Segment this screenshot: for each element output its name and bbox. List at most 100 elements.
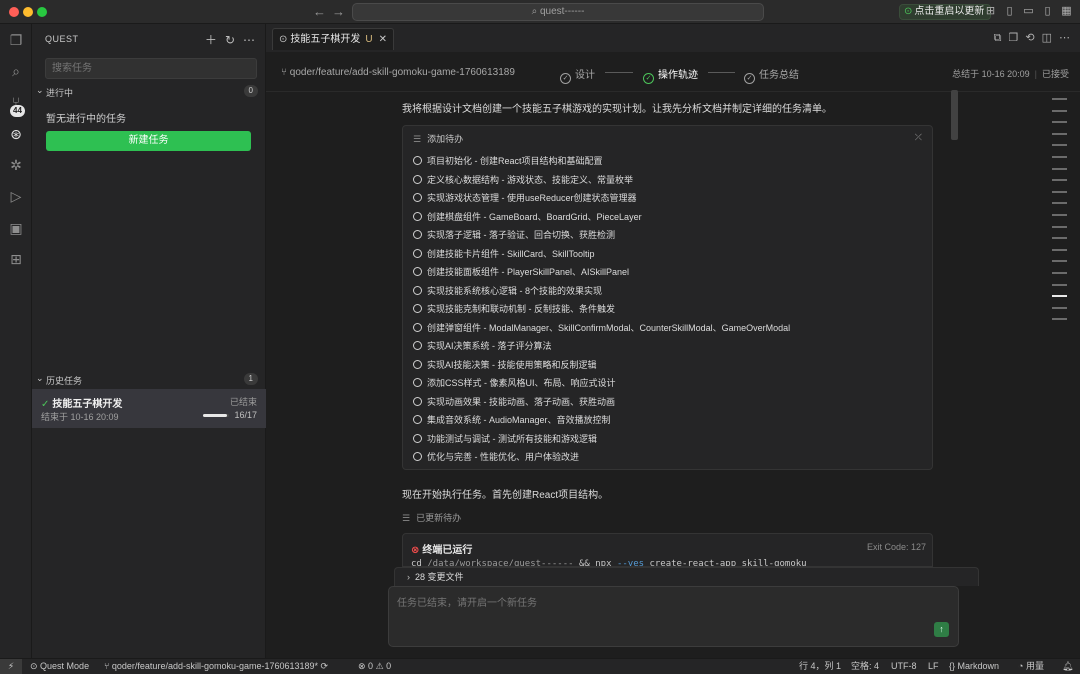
todo-item[interactable]: 项目初始化 - 创建React项目结构和基础配置 (413, 152, 790, 171)
tab-quest-task[interactable]: ⊙ 技能五子棋开发 U ✕ (272, 28, 395, 50)
step-design[interactable]: ✓ 设计 (560, 66, 595, 84)
sync-icon[interactable]: ⟳ (318, 661, 329, 671)
remote-explorer-icon[interactable]: ▣ (6, 218, 26, 238)
scrollbar-thumb[interactable] (951, 90, 958, 140)
list-icon: ☰ (402, 513, 411, 523)
step-trajectory[interactable]: ✓ 操作轨迹 (643, 66, 698, 84)
empty-circle-icon[interactable] (413, 285, 422, 295)
quest-icon[interactable]: ⊛ (6, 124, 26, 144)
empty-circle-icon[interactable] (413, 267, 422, 276)
status-branch[interactable]: ⑂ qoder/feature/add-skill-gomoku-game-17… (104, 659, 328, 674)
send-icon[interactable]: ↑ (934, 622, 949, 637)
empty-circle-icon[interactable] (413, 248, 422, 258)
toggle-secondary-sidebar-icon[interactable]: ▯ (1041, 5, 1054, 18)
in-progress-section-header[interactable]: ⌄ 进行中 0 (32, 84, 266, 100)
history-icon[interactable]: ⟲ (1025, 32, 1034, 44)
todo-item[interactable]: 实现落子逻辑 - 落子验证、回合切换、获胜检测 (413, 226, 790, 245)
status-bar: ⚡ ⊙ Quest Mode ⑂ qoder/feature/add-skill… (0, 658, 1080, 674)
explorer-icon[interactable]: ❐ (6, 30, 26, 50)
terminal-card[interactable]: ⊗ 终端已运行 Exit Code: 127 cd /data/workspace… (402, 533, 933, 567)
language-mode[interactable]: {} Markdown (949, 659, 999, 674)
more-icon[interactable]: ⋯ (243, 33, 255, 47)
customize-layout-icon[interactable]: ⊞ (984, 5, 997, 18)
history-task-item[interactable]: ✓ 技能五子棋开发 已结束 结束于 10-16 20:09 16/17 (32, 389, 266, 428)
empty-circle-icon[interactable] (413, 452, 422, 461)
toggle-panel-icon[interactable]: ▭ (1022, 5, 1035, 18)
back-arrow-icon[interactable]: ← (313, 4, 326, 19)
forward-arrow-icon[interactable]: → (332, 4, 345, 19)
chat-input-box[interactable]: ↑ (388, 586, 959, 647)
new-task-button[interactable]: 新建任务 (46, 131, 251, 151)
editor-tab-bar: ⊙ 技能五子棋开发 U ✕ ⧉ ❐ ⟲ ◫ ⋯ (266, 24, 1080, 52)
encoding[interactable]: UTF-8 (891, 659, 917, 674)
todo-item[interactable]: 实现AI决策系统 - 落子评分算法 (413, 337, 790, 356)
branch-label[interactable]: ⑂ qoder/feature/add-skill-gomoku-game-17… (281, 67, 515, 78)
copy-icon[interactable]: ❐ (1009, 32, 1019, 44)
layout-grid-icon[interactable]: ▦ (1060, 5, 1073, 18)
empty-circle-icon[interactable] (413, 193, 422, 202)
end-of-line[interactable]: LF (928, 659, 939, 674)
branch-icon: ⑂ (104, 661, 112, 671)
empty-circle-icon[interactable] (413, 359, 422, 369)
empty-circle-icon[interactable] (413, 156, 422, 165)
problems-item[interactable]: ⊗ 0 ⚠ 0 (358, 659, 391, 674)
todo-item[interactable]: 实现技能系统核心逻辑 - 8个技能的效果实现 (413, 282, 790, 301)
indentation[interactable]: 空格: 4 (851, 659, 879, 674)
empty-circle-icon[interactable] (413, 396, 422, 406)
search-icon[interactable]: ⌕ (6, 61, 26, 81)
notifications-icon[interactable]: 🔔︎ (1062, 659, 1073, 674)
todo-item[interactable]: 定义核心数据结构 - 游戏状态、技能定义、常量枚举 (413, 171, 790, 190)
empty-circle-icon[interactable] (413, 230, 422, 239)
zoom-window-button[interactable] (37, 7, 47, 17)
close-tab-icon[interactable]: ✕ (379, 34, 387, 45)
empty-circle-icon[interactable] (413, 433, 422, 443)
split-editor-icon[interactable]: ◫ (1042, 32, 1052, 44)
todo-item[interactable]: 实现AI技能决策 - 技能使用策略和反制逻辑 (413, 356, 790, 375)
todo-item[interactable]: 优化与完善 - 性能优化、用户体验改进 (413, 448, 790, 467)
overview-ruler-mark (1052, 190, 1067, 193)
cmd-path: /data/workspace/quest------ (427, 559, 574, 567)
close-window-button[interactable] (9, 7, 19, 17)
todo-item[interactable]: 集成音效系统 - AudioManager、音效播放控制 (413, 411, 790, 430)
empty-circle-icon[interactable] (413, 378, 422, 387)
open-preview-icon[interactable]: ⧉ (994, 32, 1002, 44)
history-label: 历史任务 (46, 376, 83, 386)
changed-files-toggle[interactable]: › 28 变更文件 (394, 567, 979, 586)
task-search-input[interactable] (45, 58, 257, 79)
restart-to-update-button[interactable]: ⊙ 点击重启以更新 (899, 4, 992, 20)
more-actions-icon[interactable]: ⋯ (1059, 32, 1070, 44)
todo-item[interactable]: 实现游戏状态管理 - 使用useReducer创建状态管理器 (413, 189, 790, 208)
todo-list: 项目初始化 - 创建React项目结构和基础配置 定义核心数据结构 - 游戏状态、… (413, 152, 790, 467)
collapse-icon[interactable]: ⤫ (915, 132, 922, 143)
command-center-search[interactable]: ⌕ quest------ (352, 3, 764, 21)
chat-input[interactable] (397, 595, 837, 611)
todo-item[interactable]: 实现动画效果 - 技能动画、落子动画、获胜动画 (413, 393, 790, 412)
minimize-window-button[interactable] (23, 7, 33, 17)
empty-circle-icon[interactable] (413, 174, 422, 184)
empty-circle-icon[interactable] (413, 304, 422, 313)
extensions-icon[interactable]: ⊞ (6, 249, 26, 269)
cursor-position[interactable]: 行 4，列 1 (799, 659, 841, 674)
todo-item[interactable]: 创建棋盘组件 - GameBoard、BoardGrid、PieceLayer (413, 208, 790, 227)
toggle-sidebar-icon[interactable]: ▯ (1003, 5, 1016, 18)
updated-todo-note[interactable]: ☰ 已更新待办 (402, 511, 461, 524)
todo-item[interactable]: 添加CSS样式 - 像素风格UI、布局、响应式设计 (413, 374, 790, 393)
remote-icon[interactable]: ⚡ (0, 659, 22, 674)
usage-item[interactable]: ◔ 用量 (1018, 659, 1044, 674)
todo-item[interactable]: 实现技能克制和联动机制 - 反制技能、条件触发 (413, 300, 790, 319)
history-section-header[interactable]: ⌄ 历史任务 1 (32, 372, 266, 388)
todo-item[interactable]: 创建弹窗组件 - ModalManager、SkillConfirmModal、… (413, 319, 790, 338)
extensions-cluster-icon[interactable]: ✲ (6, 155, 26, 175)
quest-mode-item[interactable]: ⊙ Quest Mode (30, 659, 89, 674)
empty-circle-icon[interactable] (413, 341, 422, 350)
refresh-icon[interactable]: ↻ (225, 33, 235, 47)
todo-item[interactable]: 创建技能卡片组件 - SkillCard、SkillTooltip (413, 245, 790, 264)
todo-item[interactable]: 功能测试与调试 - 测试所有技能和游戏逻辑 (413, 430, 790, 449)
empty-circle-icon[interactable] (413, 211, 422, 221)
add-icon[interactable]: ＋ (205, 33, 217, 47)
run-debug-icon[interactable]: ▷ (6, 186, 26, 206)
empty-circle-icon[interactable] (413, 322, 422, 332)
todo-item[interactable]: 创建技能面板组件 - PlayerSkillPanel、AISkillPanel (413, 263, 790, 282)
empty-circle-icon[interactable] (413, 415, 422, 424)
step-summary[interactable]: ✓ 任务总结 (744, 66, 799, 84)
